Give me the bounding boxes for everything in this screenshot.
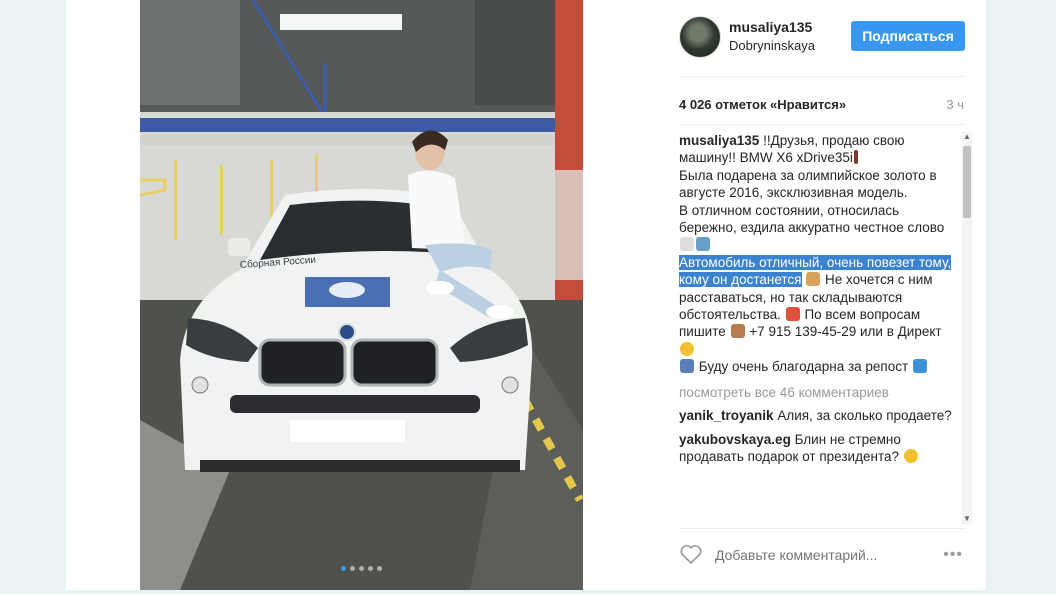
bell-emoji-icon [680,359,694,374]
photo-carousel-dots[interactable] [140,558,583,576]
heart-icon[interactable] [679,542,703,566]
comment-item: yanik_troyanik Алия, за сколько продаете… [679,407,954,424]
header-divider [679,76,965,77]
flag-emoji-icon [853,150,858,165]
comment-bar: ••• [679,540,969,570]
post-header: musaliya135 Dobryninskaya Подписаться [679,16,969,60]
view-all-comments-link[interactable]: посмотреть все 46 комментариев [679,384,954,401]
comments-list: musaliya135 !!Друзья, продаю свою машину… [679,132,954,524]
more-options-icon[interactable]: ••• [943,546,963,564]
carousel-dot-2[interactable] [350,566,355,571]
caption-text-3: В отличном состоянии, относилась бережно… [679,202,945,236]
avatar[interactable] [679,16,721,58]
caption-author[interactable]: musaliya135 [679,133,759,148]
caption-text-6: Буду очень благодарна за репост [698,359,909,375]
sad-emoji-icon [903,448,918,463]
caption-phone: +7 915 139-45-29 или в Директ [749,324,942,340]
thumbs-up-emoji-icon [806,272,821,287]
likes-divider [679,124,965,125]
carousel-dot-3[interactable] [359,566,364,571]
post-photo[interactable]: Сборная России [140,0,583,590]
comments-divider [679,528,965,529]
caption: musaliya135 !!Друзья, продаю свою машину… [679,132,954,376]
scroll-thumb[interactable] [963,146,971,218]
comment-text: Алия, за сколько продаете? [777,408,952,424]
carousel-dot-1[interactable] [341,566,346,571]
caption-text-2: Была подарена за олимпийское золото в ав… [679,167,937,201]
pray-emoji-icon [696,237,710,252]
inbox-emoji-icon [785,307,800,322]
wink-emoji-icon [680,341,694,356]
pointing-hand-emoji-icon [730,324,745,339]
post-sidebar: musaliya135 Dobryninskaya Подписаться 4 … [661,0,986,590]
scroll-up-arrow[interactable]: ▲ [962,132,972,142]
smile-emoji-icon [680,237,694,252]
post-time: 3 ч [946,97,964,112]
repost-emoji-icon [912,359,927,374]
car-photo-illustration: Сборная России [140,0,583,590]
username-link[interactable]: musaliya135 [729,19,812,35]
scroll-down-arrow[interactable]: ▼ [962,514,972,524]
follow-button[interactable]: Подписаться [851,21,965,51]
location-link[interactable]: Dobryninskaya [729,38,815,53]
comment-item: yakubovskaya.eg Блин не стремно продават… [679,431,954,466]
comments-scrollbar[interactable]: ▲ ▼ [962,132,972,524]
likes-count[interactable]: 4 026 отметок «Нравится» [679,97,846,112]
carousel-dot-4[interactable] [368,566,373,571]
comment-author[interactable]: yakubovskaya.eg [679,432,791,447]
carousel-dot-5[interactable] [377,566,382,571]
comment-author[interactable]: yanik_troyanik [679,408,774,423]
comment-input[interactable] [713,544,927,566]
